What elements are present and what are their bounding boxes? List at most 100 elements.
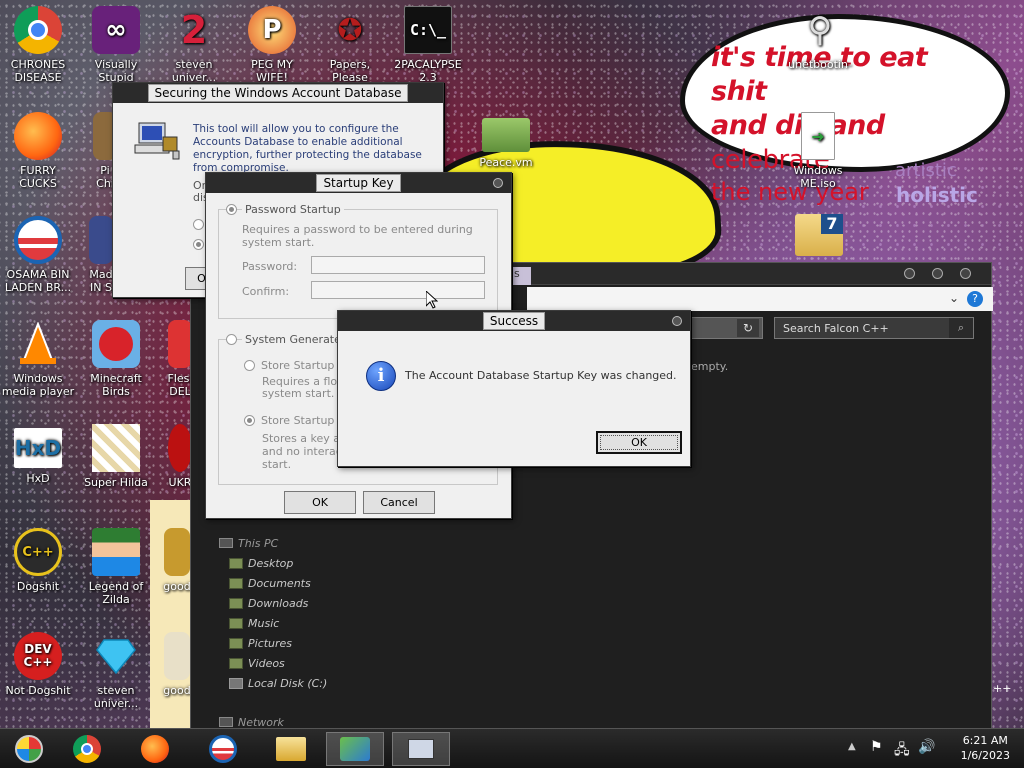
nav-documents[interactable]: Documents bbox=[248, 577, 311, 590]
store-floppy-radio[interactable] bbox=[244, 360, 255, 371]
password-field[interactable] bbox=[311, 256, 485, 274]
window-title: Securing the Windows Account Database bbox=[147, 84, 409, 102]
success-ok-button[interactable]: OK bbox=[596, 431, 682, 454]
nav-pictures[interactable]: Pictures bbox=[248, 637, 292, 650]
devcpp-icon: DEV C++ bbox=[14, 632, 62, 680]
taskbar-syskey[interactable] bbox=[392, 732, 450, 766]
desktop-icon-osama[interactable]: OSAMA BIN LADEN BR... bbox=[0, 216, 76, 294]
nav-desktop[interactable]: Desktop bbox=[248, 557, 293, 570]
partial-icon bbox=[168, 424, 192, 472]
wallpaper-text-artistic: artistic bbox=[895, 160, 957, 181]
account-db-titlebar[interactable]: Securing the Windows Account Database bbox=[113, 83, 443, 103]
system-generated-radio[interactable] bbox=[226, 334, 237, 345]
taskbar-obama[interactable] bbox=[194, 732, 252, 766]
success-titlebar[interactable]: Success bbox=[338, 311, 690, 331]
desktop-icon-super-hilda[interactable]: Super Hilda bbox=[78, 424, 154, 489]
taskbar-chrome[interactable] bbox=[58, 732, 116, 766]
startup-key-titlebar[interactable]: Startup Key bbox=[206, 173, 511, 193]
desktop-icon-peace-vm[interactable]: Peace.vm bbox=[468, 118, 544, 169]
desktop-icon-steven[interactable]: 2 steven univer... bbox=[156, 6, 232, 85]
desktop-icon-label: unetbootin- bbox=[788, 58, 852, 71]
nav-music[interactable]: Music bbox=[248, 617, 279, 630]
success-dialog[interactable]: Success i The Account Database Startup K… bbox=[337, 310, 691, 467]
desktop-icon-dogshit[interactable]: C++ Dogshit bbox=[0, 528, 76, 593]
nav-this-pc[interactable]: This PC bbox=[238, 537, 278, 550]
volume-icon[interactable]: 🔊 bbox=[918, 739, 935, 755]
computer-lock-icon bbox=[408, 739, 434, 759]
desktop-icon-label: good bbox=[163, 684, 191, 697]
mouse-cursor-icon bbox=[425, 289, 439, 312]
tray-overflow-icon[interactable]: ▲ bbox=[848, 741, 856, 752]
desktop-icon-partial-good-2[interactable]: good bbox=[160, 632, 194, 697]
visual-studio-icon: ∞ bbox=[92, 6, 140, 54]
store-local-radio[interactable] bbox=[244, 415, 255, 426]
desktop-icon-minecraft-birds[interactable]: Minecraft Birds bbox=[78, 320, 154, 398]
search-input[interactable]: Search Falcon C++ ⌕ bbox=[774, 317, 974, 339]
desktop-icon-steven-diamond[interactable]: steven univer... bbox=[78, 632, 154, 710]
search-icon[interactable]: ⌕ bbox=[949, 318, 973, 338]
nav-downloads[interactable]: Downloads bbox=[248, 597, 308, 610]
minimize-icon[interactable] bbox=[904, 268, 915, 279]
partial-icon bbox=[89, 216, 113, 264]
close-icon[interactable] bbox=[493, 178, 503, 188]
encryption-radio-2[interactable] bbox=[193, 239, 204, 250]
desktop-icon-2pacalypse[interactable]: C:\_ 2PACALYPSE 2.3 bbox=[390, 6, 466, 84]
password-startup-radio[interactable] bbox=[226, 204, 237, 215]
iso-file-icon: ➜ bbox=[801, 112, 835, 160]
flag-icon[interactable]: ⚑ bbox=[870, 739, 883, 755]
desktop-icon-label: Dogshit bbox=[16, 580, 60, 593]
desktop-icon-chrome[interactable]: CHRONES DISEASE bbox=[0, 6, 76, 84]
clock-date: 1/6/2023 bbox=[960, 749, 1010, 762]
desktop-icon-label: steven univer... bbox=[171, 58, 217, 84]
chrome-icon bbox=[14, 6, 62, 54]
password-startup-label[interactable]: Password Startup bbox=[242, 203, 344, 216]
desktop-icon-windows-me-iso[interactable]: ➜ Windows ME.iso bbox=[780, 112, 856, 190]
desktop-icon-firefox[interactable]: FURRY CUCKS bbox=[0, 112, 76, 190]
encryption-radio-1[interactable] bbox=[193, 219, 204, 230]
desktop-icon-devcpp[interactable]: DEV C++ Not Dogshit bbox=[0, 632, 76, 697]
desktop-icon-label: Papers, Please bbox=[329, 58, 371, 84]
desktop-icon-papers-please[interactable]: ✪ Papers, Please bbox=[312, 6, 388, 84]
desktop-icon-label: Minecraft Birds bbox=[90, 372, 142, 398]
close-icon[interactable] bbox=[672, 316, 682, 326]
diamond-icon bbox=[92, 632, 140, 680]
taskbar-firefox[interactable] bbox=[126, 732, 184, 766]
firefox-icon bbox=[14, 112, 62, 160]
empty-folder-text: empty. bbox=[691, 360, 729, 373]
music-folder-icon bbox=[229, 618, 243, 629]
startup-key-cancel-button[interactable]: Cancel bbox=[363, 491, 435, 514]
desktop-icon-label: Windows ME.iso bbox=[793, 164, 843, 190]
nav-local-disk[interactable]: Local Disk (C:) bbox=[248, 677, 327, 690]
pixel-dog-icon bbox=[92, 424, 140, 472]
desktop-icon-visual-studio[interactable]: ∞ Visually Stupid bbox=[78, 6, 154, 84]
clock[interactable]: 6:21 AM 1/6/2023 bbox=[961, 733, 1010, 763]
start-button[interactable] bbox=[0, 732, 58, 766]
taskbar-explorer[interactable] bbox=[262, 732, 320, 766]
desktop-icon-label: Legend of Zilda bbox=[88, 580, 144, 606]
ribbon-bar bbox=[527, 287, 993, 311]
maximize-icon[interactable] bbox=[932, 268, 943, 279]
startup-key-ok-button[interactable]: OK bbox=[284, 491, 356, 514]
desktop-icon-wmp[interactable]: Windows media player bbox=[0, 320, 76, 398]
refresh-icon[interactable]: ↻ bbox=[737, 319, 759, 337]
desktop-icon-label: OSAMA BIN LADEN BR... bbox=[4, 268, 72, 294]
chevron-down-icon[interactable]: ⌄ bbox=[949, 291, 959, 305]
desktop-icon-zilda[interactable]: Legend of Zilda bbox=[78, 528, 154, 606]
close-icon[interactable] bbox=[960, 268, 971, 279]
desktop-icon-partial-good-1[interactable]: good bbox=[160, 528, 194, 593]
hxd-icon: HxD bbox=[14, 428, 62, 468]
help-icon[interactable]: ? bbox=[967, 291, 983, 307]
taskbar-control-panel[interactable] bbox=[326, 732, 384, 766]
folder-7-icon[interactable]: 7 bbox=[795, 214, 843, 256]
nav-videos[interactable]: Videos bbox=[248, 657, 285, 670]
confirm-field[interactable] bbox=[311, 281, 485, 299]
desktop-icon-hxd[interactable]: HxD HxD bbox=[0, 428, 76, 485]
network-icon[interactable]: 🖧 bbox=[894, 739, 910, 763]
desktop-icon-peggle[interactable]: P PEG MY WIFE! bbox=[234, 6, 310, 84]
store-local-desc-1: Stores a key as bbox=[262, 432, 346, 445]
desktop-icon-unetbootin[interactable]: ⚲ unetbootin- bbox=[782, 6, 858, 72]
partial-icon bbox=[168, 320, 192, 368]
computer-lock-icon bbox=[133, 121, 181, 161]
desktop-icon-label: FURRY CUCKS bbox=[19, 164, 57, 190]
confirm-label: Confirm: bbox=[242, 285, 290, 298]
